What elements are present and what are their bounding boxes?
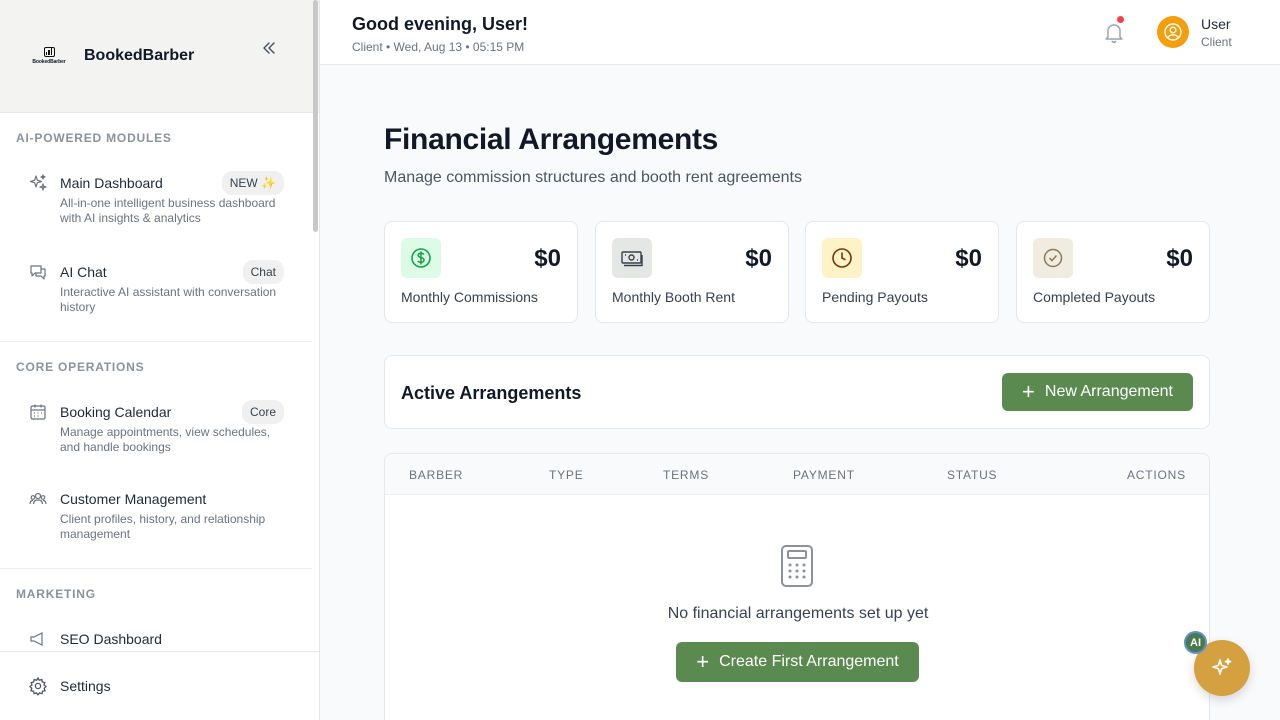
page-title: Financial Arrangements <box>384 123 719 156</box>
bell-icon <box>1105 24 1123 44</box>
notifications-button[interactable] <box>1102 16 1126 44</box>
column-header-terms[interactable]: TERMS <box>663 468 709 482</box>
user-role: Client <box>1201 35 1232 49</box>
panel-title: Active Arrangements <box>401 383 582 403</box>
chat-badge: Chat <box>242 260 284 284</box>
gear-icon <box>29 676 47 696</box>
core-badge: Core <box>241 400 284 424</box>
stat-card-monthly-booth-rent: $0 Monthly Booth Rent <box>595 221 789 323</box>
stat-value: $0 <box>534 245 561 272</box>
empty-state-text: No financial arrangements set up yet <box>667 605 929 622</box>
sidebar-item-desc: Manage appointments, view schedules, and… <box>60 425 271 454</box>
plus-icon: + <box>696 649 710 674</box>
arrangements-table: BARBER TYPE TERMS PAYMENT STATUS ACTIONS… <box>384 453 1210 720</box>
section-label-core-operations: CORE OPERATIONS <box>16 360 145 374</box>
main-content: Financial Arrangements Manage commission… <box>384 65 1210 720</box>
sidebar-item-ai-chat[interactable]: AI Chat Chat Interactive AI assistant wi… <box>0 260 312 315</box>
collapse-sidebar-button[interactable] <box>259 38 279 58</box>
sidebar-item-settings[interactable]: Settings <box>0 651 319 720</box>
column-header-payment[interactable]: PAYMENT <box>793 468 855 482</box>
create-first-arrangement-button[interactable]: + Create First Arrangement <box>676 642 919 682</box>
banknote-icon <box>612 238 652 278</box>
stat-label: Completed Payouts <box>1033 289 1156 305</box>
logo-text: BookedBarber <box>32 59 66 65</box>
logo-chart-icon <box>43 47 55 57</box>
button-label: Create First Arrangement <box>719 653 899 670</box>
sidebar-item-customer-management[interactable]: Customer Management Client profiles, his… <box>0 489 312 542</box>
greeting-subtitle: Client • Wed, Aug 13 • 05:15 PM <box>352 40 525 54</box>
sidebar-item-seo-dashboard[interactable]: SEO Dashboard <box>0 629 312 649</box>
calendar-icon <box>28 402 48 422</box>
clock-icon <box>822 238 862 278</box>
sidebar-item-title: SEO Dashboard <box>60 631 162 647</box>
user-circle-icon <box>1164 23 1182 41</box>
sidebar-scrollbar[interactable] <box>313 0 318 232</box>
page-subtitle: Manage commission structures and booth r… <box>384 169 802 186</box>
column-header-status[interactable]: STATUS <box>947 468 997 482</box>
chevrons-left-icon <box>263 42 275 54</box>
stat-label: Monthly Booth Rent <box>612 289 735 305</box>
greeting-title: Good evening, User! <box>352 14 529 34</box>
chat-icon <box>28 262 48 282</box>
stat-label: Monthly Commissions <box>401 289 538 305</box>
button-label: New Arrangement <box>1044 383 1173 400</box>
stat-card-pending-payouts: $0 Pending Payouts <box>805 221 999 323</box>
new-badge: NEW ✨ <box>221 171 284 195</box>
brand-name: BookedBarber <box>84 47 195 64</box>
sidebar-item-desc: Interactive AI assistant with conversati… <box>60 285 277 314</box>
users-icon <box>28 489 48 509</box>
sidebar: BookedBarber BookedBarber AI-POWERED MOD… <box>0 0 320 720</box>
sidebar-item-booking-calendar[interactable]: Booking Calendar Core Manage appointment… <box>0 400 312 455</box>
column-header-type[interactable]: TYPE <box>549 468 584 482</box>
check-circle-icon <box>1033 238 1073 278</box>
settings-label: Settings <box>60 678 111 694</box>
column-header-barber[interactable]: BARBER <box>409 468 463 482</box>
active-arrangements-panel: Active Arrangements + New Arrangement <box>384 355 1210 429</box>
stat-card-completed-payouts: $0 Completed Payouts <box>1016 221 1210 323</box>
section-label-marketing: MARKETING <box>16 587 96 601</box>
sparkles-icon <box>28 173 48 193</box>
new-arrangement-button[interactable]: + New Arrangement <box>1002 373 1193 411</box>
stat-value: $0 <box>1166 245 1193 272</box>
table-header: BARBER TYPE TERMS PAYMENT STATUS ACTIONS <box>385 454 1209 495</box>
dollar-icon <box>401 238 441 278</box>
stat-value: $0 <box>745 245 772 272</box>
sidebar-nav[interactable]: AI-POWERED MODULES Main Dashboard NEW ✨ … <box>0 113 312 651</box>
sidebar-header: BookedBarber BookedBarber <box>0 0 319 113</box>
section-label-ai-modules: AI-POWERED MODULES <box>16 131 172 145</box>
sidebar-item-desc: All-in-one intelligent business dashboar… <box>60 196 276 225</box>
stat-card-monthly-commissions: $0 Monthly Commissions <box>384 221 578 323</box>
avatar[interactable] <box>1157 16 1189 48</box>
sidebar-item-main-dashboard[interactable]: Main Dashboard NEW ✨ All-in-one intellig… <box>0 171 312 226</box>
megaphone-icon <box>28 629 48 649</box>
user-name[interactable]: User <box>1201 16 1231 32</box>
sidebar-item-desc: Client profiles, history, and relationsh… <box>60 512 266 541</box>
notification-dot <box>1117 16 1124 23</box>
stat-label: Pending Payouts <box>822 289 928 305</box>
ai-badge: AI <box>1184 631 1207 654</box>
brand-logo[interactable]: BookedBarber <box>30 44 68 68</box>
sidebar-item-title: Customer Management <box>60 491 207 507</box>
calculator-icon <box>781 545 813 587</box>
top-bar: Good evening, User! Client • Wed, Aug 13… <box>320 0 1280 65</box>
column-header-actions[interactable]: ACTIONS <box>1127 468 1186 482</box>
stat-value: $0 <box>955 245 982 272</box>
sparkles-icon <box>1212 658 1232 675</box>
plus-icon: + <box>1022 379 1035 404</box>
